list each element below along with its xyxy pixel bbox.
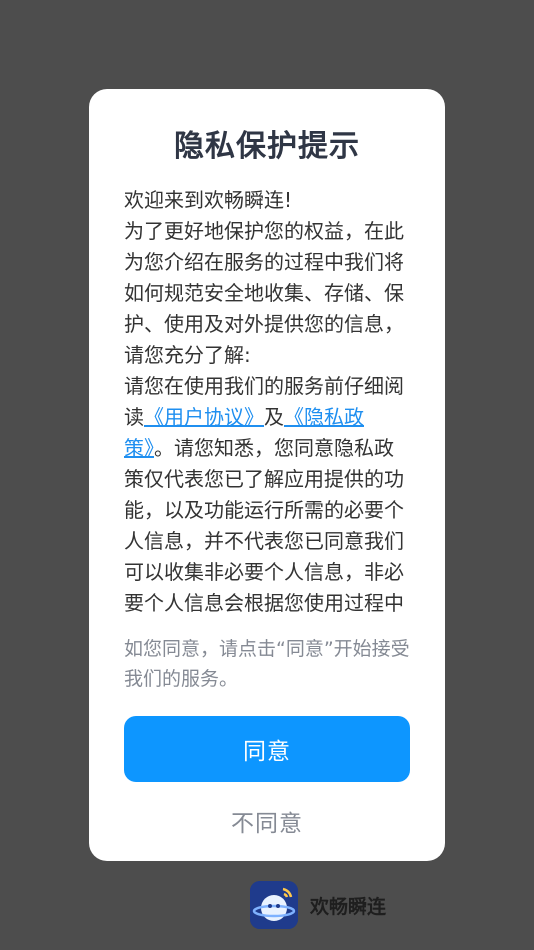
privacy-dialog: 隐私保护提示 欢迎来到欢畅瞬连! 为了更好地保护您的权益，在此为您介绍在服务的过… xyxy=(89,89,445,861)
privacy-text-scroll-area[interactable]: 欢迎来到欢畅瞬连! 为了更好地保护您的权益，在此为您介绍在服务的过程中我们将如何… xyxy=(124,185,410,614)
privacy-intro-paragraph: 为了更好地保护您的权益，在此为您介绍在服务的过程中我们将如何规范安全地收集、存储… xyxy=(124,219,404,367)
welcome-text: 欢迎来到欢畅瞬连! xyxy=(124,188,293,212)
app-logo-icon xyxy=(250,881,298,929)
user-agreement-link[interactable]: 《用户协议》 xyxy=(144,405,264,429)
disagree-button[interactable]: 不同意 xyxy=(167,801,367,841)
agree-button[interactable]: 同意 xyxy=(124,716,410,782)
agreement-paragraph: 请您在使用我们的服务前仔细阅读《用户协议》及《隐私政策》。请您知悉，您同意隐私政… xyxy=(124,371,410,614)
and-text: 及 xyxy=(264,405,284,429)
dialog-title: 隐私保护提示 xyxy=(174,129,360,164)
app-name: 欢畅瞬连 xyxy=(310,895,387,918)
brand-footer: 欢畅瞬连 xyxy=(250,880,386,930)
agreement-suffix-text: 。请您知悉，您同意隐私政策仅代表您已了解应用提供的功能，以及功能运行所需的必要个… xyxy=(124,436,404,614)
consent-notice-text: 如您同意，请点击“同意”开始接受我们的服务。 xyxy=(124,638,410,690)
